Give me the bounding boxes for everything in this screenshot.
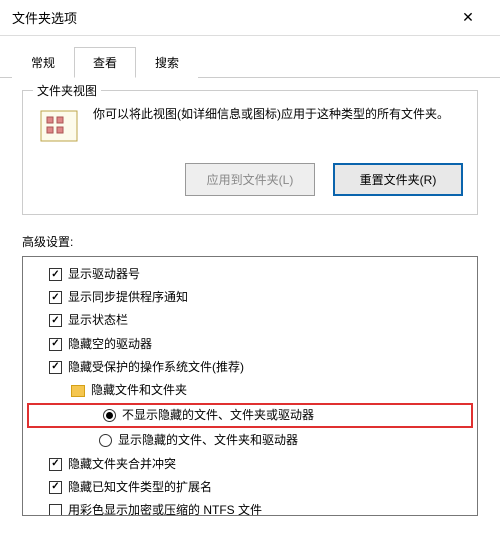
item-label: 显示隐藏的文件、文件夹和驱动器	[118, 431, 298, 450]
checkbox-icon[interactable]	[49, 481, 62, 494]
reset-folders-button[interactable]: 重置文件夹(R)	[333, 163, 463, 196]
item-label: 不显示隐藏的文件、文件夹或驱动器	[122, 406, 314, 425]
item-label: 隐藏文件夹合并冲突	[68, 455, 176, 474]
radio-icon[interactable]	[103, 409, 116, 422]
item-label: 隐藏已知文件类型的扩展名	[68, 478, 212, 497]
titlebar: 文件夹选项 ✕	[0, 0, 500, 36]
tree-checkbox-item[interactable]: 隐藏空的驱动器	[27, 333, 473, 356]
item-label: 显示同步提供程序通知	[68, 288, 188, 307]
checkbox-icon[interactable]	[49, 338, 62, 351]
item-label: 隐藏受保护的操作系统文件(推荐)	[68, 358, 244, 377]
tree-checkbox-item[interactable]: 用彩色显示加密或压缩的 NTFS 文件	[27, 499, 473, 516]
folder-view-group: 文件夹视图 你可以将此视图(如详细信息或图标)应用于这种类型的所有文件夹。 应用…	[22, 90, 478, 215]
checkbox-icon[interactable]	[49, 314, 62, 327]
advanced-label: 高级设置:	[22, 233, 478, 250]
advanced-settings-list[interactable]: 显示驱动器号显示同步提供程序通知显示状态栏隐藏空的驱动器隐藏受保护的操作系统文件…	[22, 256, 478, 516]
folder-view-description: 你可以将此视图(如详细信息或图标)应用于这种类型的所有文件夹。	[93, 105, 463, 123]
tab-search[interactable]: 搜索	[136, 47, 198, 78]
close-button[interactable]: ✕	[448, 4, 488, 32]
checkbox-icon[interactable]	[49, 291, 62, 304]
tab-view[interactable]: 查看	[74, 47, 136, 78]
item-label: 隐藏空的驱动器	[68, 335, 152, 354]
tab-general[interactable]: 常规	[12, 47, 74, 78]
checkbox-icon[interactable]	[49, 504, 62, 516]
item-label: 显示驱动器号	[68, 265, 140, 284]
tab-bar: 常规 查看 搜索	[0, 36, 500, 78]
group-title: 文件夹视图	[33, 82, 101, 99]
tree-radio-item[interactable]: 不显示隐藏的文件、文件夹或驱动器	[31, 406, 469, 425]
tree-checkbox-item[interactable]: 显示同步提供程序通知	[27, 286, 473, 309]
tree-checkbox-item[interactable]: 显示状态栏	[27, 309, 473, 332]
checkbox-icon[interactable]	[49, 361, 62, 374]
window-title: 文件夹选项	[12, 8, 77, 27]
tree-checkbox-item[interactable]: 隐藏文件夹合并冲突	[27, 453, 473, 476]
tree-checkbox-item[interactable]: 显示驱动器号	[27, 263, 473, 286]
item-label: 用彩色显示加密或压缩的 NTFS 文件	[68, 501, 262, 516]
tree-radio-item[interactable]: 显示隐藏的文件、文件夹和驱动器	[27, 429, 473, 452]
item-label: 隐藏文件和文件夹	[91, 381, 187, 400]
radio-icon[interactable]	[99, 434, 112, 447]
checkbox-icon[interactable]	[49, 268, 62, 281]
tree-checkbox-item[interactable]: 隐藏受保护的操作系统文件(推荐)	[27, 356, 473, 379]
tree-checkbox-item[interactable]: 隐藏已知文件类型的扩展名	[27, 476, 473, 499]
item-label: 显示状态栏	[68, 311, 128, 330]
tab-content: 文件夹视图 你可以将此视图(如详细信息或图标)应用于这种类型的所有文件夹。 应用…	[0, 78, 500, 528]
folder-icon	[71, 385, 85, 397]
folder-options-icon	[37, 105, 81, 149]
checkbox-icon[interactable]	[49, 458, 62, 471]
tree-folder-node: 隐藏文件和文件夹	[27, 379, 473, 402]
apply-to-folders-button: 应用到文件夹(L)	[185, 163, 315, 196]
highlighted-option: 不显示隐藏的文件、文件夹或驱动器	[27, 403, 473, 428]
